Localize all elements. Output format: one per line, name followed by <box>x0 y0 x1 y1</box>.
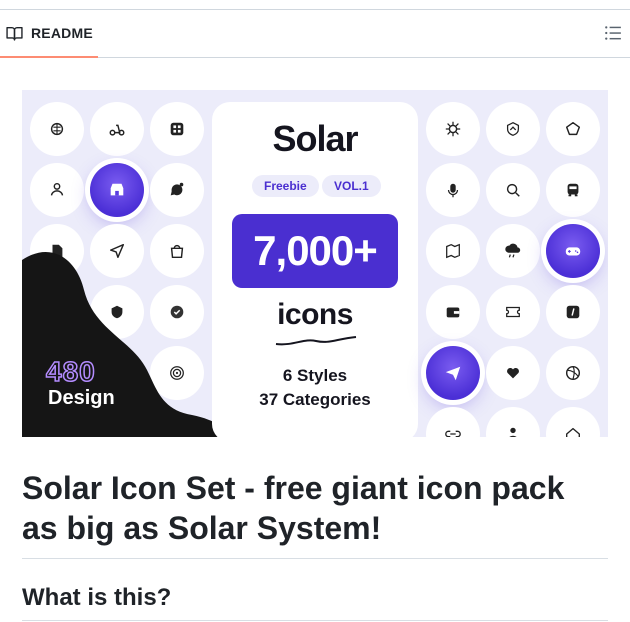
readme-tab-label: README <box>31 25 93 41</box>
pentagon-icon <box>546 102 600 156</box>
icon-count: 7,000+ <box>232 214 398 288</box>
hearts-icon <box>486 346 540 400</box>
italic-icon <box>546 285 600 339</box>
heading-divider <box>22 558 608 559</box>
icons-word: icons <box>277 298 353 331</box>
badge-word: Design <box>48 387 115 409</box>
volume-pill: VOL.1 <box>322 175 381 197</box>
volleyball-icon <box>546 346 600 400</box>
search-icon <box>486 163 540 217</box>
microphone-icon <box>426 163 480 217</box>
hero-banner-image: 480 Design Solar Freebie VOL.1 7,000+ ic… <box>22 90 608 437</box>
ticket-icon <box>486 285 540 339</box>
brand-title: Solar <box>272 118 358 159</box>
swoosh-decoration <box>275 336 357 346</box>
badge-number: 480 <box>45 355 96 388</box>
list-icon[interactable] <box>604 24 622 42</box>
bus-icon <box>546 163 600 217</box>
virus-icon <box>426 102 480 156</box>
readme-tab[interactable]: README <box>0 10 98 58</box>
plane-icon <box>426 346 480 400</box>
book-icon <box>6 26 23 41</box>
wallet-icon <box>426 285 480 339</box>
categories-count: 37 Categories <box>259 390 371 409</box>
shield-up-icon <box>486 102 540 156</box>
styles-count: 6 Styles <box>282 366 348 385</box>
readme-header: README <box>0 10 630 58</box>
section-divider <box>22 620 608 621</box>
cloud-rain-icon <box>486 224 540 278</box>
hero-card: Solar Freebie VOL.1 7,000+ icons 6 Style… <box>212 102 418 437</box>
page-title: Solar Icon Set - free giant icon pack as… <box>22 470 565 546</box>
map-point-icon <box>426 224 480 278</box>
section-heading: What is this? <box>22 584 172 611</box>
gamepad-icon <box>546 224 600 278</box>
freebie-pill: Freebie <box>252 175 319 197</box>
